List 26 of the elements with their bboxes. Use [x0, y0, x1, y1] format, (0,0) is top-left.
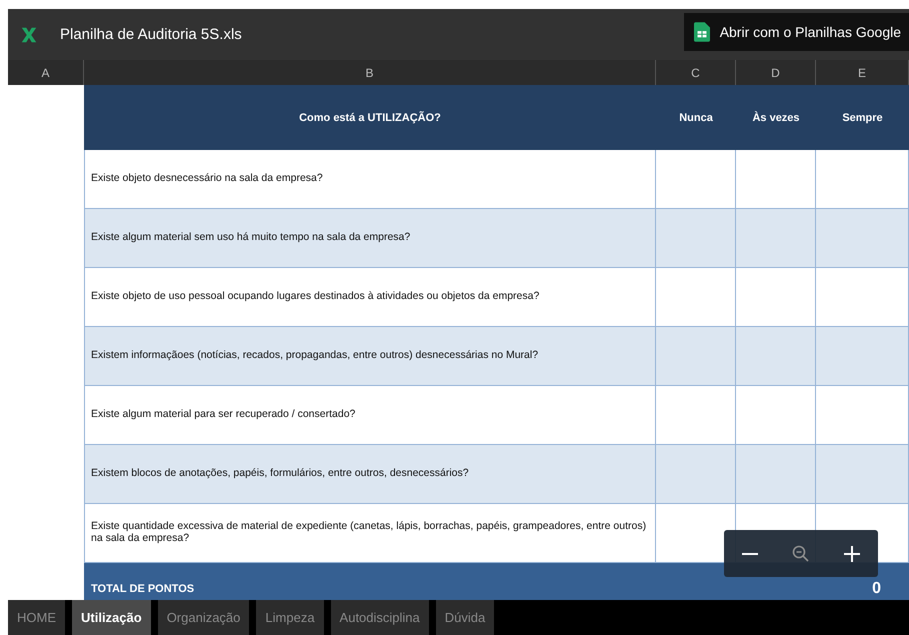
- option-heading: Às vezes: [736, 85, 816, 150]
- table-heading: Como está a UTILIZAÇÃO?: [84, 85, 656, 150]
- table-cell: Existem informaçãoes (notícias, recados, propagandas, entre outros) desnecessárias no Mural?: [84, 327, 656, 386]
- table-cell: Existe objeto desnecessário na sala da empresa?: [84, 150, 656, 209]
- sheet-tab[interactable]: Dúvida: [436, 600, 494, 635]
- total-value: 0: [872, 580, 881, 598]
- sheet-icon: [694, 22, 710, 42]
- column-header[interactable]: A: [8, 60, 84, 85]
- table-cell: Existem blocos de anotações, papéis, formulários, entre outros, desnecessários?: [84, 445, 656, 504]
- table-cell: Existe algum material sem uso há muito tempo na sala da empresa?: [84, 209, 656, 268]
- file-name: Planilha de Auditoria 5S.xls: [60, 26, 243, 43]
- spreadsheet-icon: [20, 26, 38, 44]
- option-heading: Nunca: [656, 85, 736, 150]
- total-label: TOTAL DE PONTOS: [91, 583, 194, 595]
- sheet-tab[interactable]: Autodisciplina: [330, 600, 429, 635]
- table-cell: Existe objeto de uso pessoal ocupando lugares destinados à atividades ou objetos da empresa?: [84, 268, 656, 327]
- sheet-tab[interactable]: Utilização: [72, 600, 151, 635]
- magnifier-icon[interactable]: [790, 544, 811, 564]
- table-cell: Existe algum material para ser recuperado / consertado?: [84, 386, 656, 445]
- table-cell: Existe quantidade excessiva de material de expediente (canetas, lápis, borrachas, papéis, grampeadores, entre outros) na sala da empresa?: [84, 504, 656, 563]
- sheet-tab[interactable]: Organização: [158, 600, 250, 635]
- zoom-in-icon[interactable]: [842, 544, 862, 564]
- sheet-tab[interactable]: Limpeza: [256, 600, 324, 635]
- sheet-tab[interactable]: HOME: [8, 600, 65, 635]
- option-heading: Sempre: [816, 85, 909, 150]
- open-with-button[interactable]: Abrir com o Planilhas Google: [684, 12, 909, 50]
